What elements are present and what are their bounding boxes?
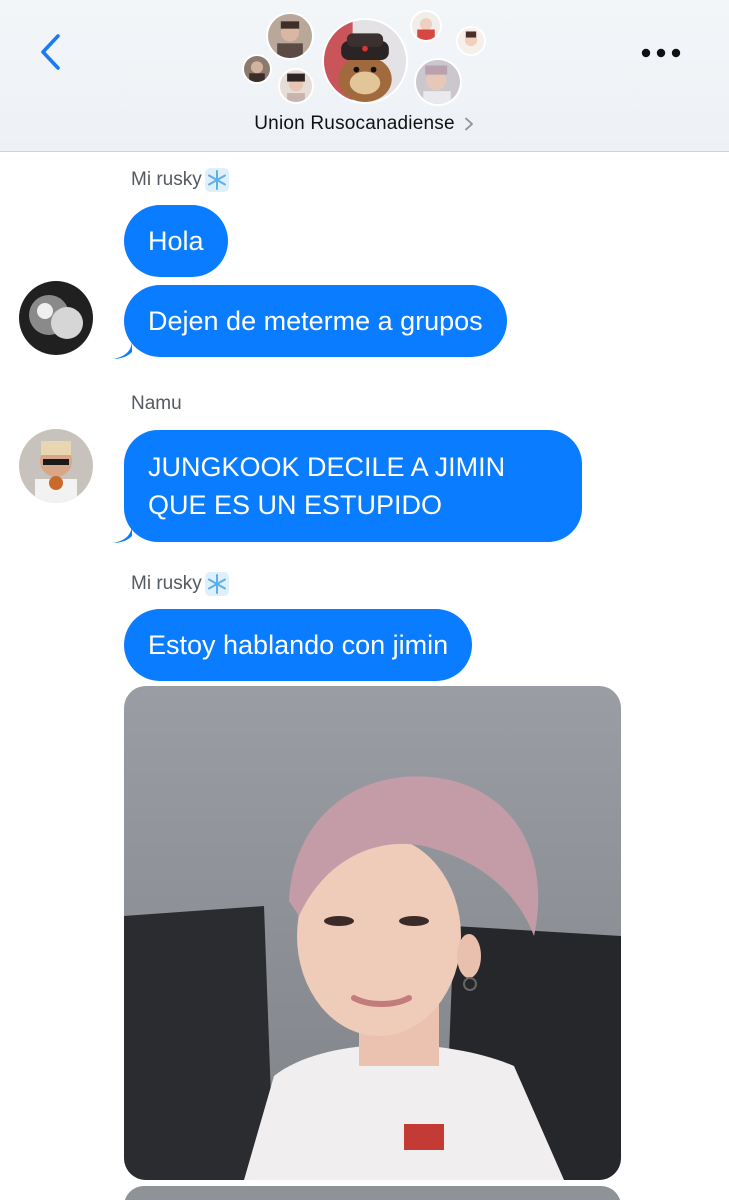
bubble-tail — [112, 340, 132, 359]
member-avatar — [410, 10, 442, 42]
sender-avatar[interactable] — [19, 429, 93, 503]
chevron-right-icon — [464, 117, 473, 131]
photo-attachment[interactable] — [124, 1186, 621, 1200]
back-button[interactable] — [28, 30, 72, 74]
message-bubble[interactable]: Dejen de meterme a grupos — [124, 285, 507, 357]
sender-name: Namu — [131, 393, 182, 415]
member-avatar — [242, 54, 272, 84]
message-text: Dejen de meterme a grupos — [148, 306, 483, 336]
snowflake-icon — [204, 168, 229, 192]
member-avatar — [278, 68, 314, 104]
sender-avatar[interactable] — [19, 281, 93, 355]
group-title[interactable]: Union Rusocanadiense — [0, 108, 729, 140]
member-avatar — [456, 26, 486, 56]
message-bubble[interactable]: Estoy hablando con jimin — [124, 609, 473, 681]
message-text-line: JUNGKOOK DECILE A JIMIN — [148, 452, 506, 482]
message-text: Estoy hablando con jimin — [148, 630, 449, 660]
message-text: Hola — [148, 226, 204, 256]
chat-header: Union Rusocanadiense — [0, 0, 729, 152]
sender-name-text: Mi rusky — [131, 573, 202, 594]
member-avatar — [322, 18, 408, 104]
photo-attachment[interactable] — [124, 686, 621, 1180]
group-name: Union Rusocanadiense — [254, 113, 455, 134]
message-bubble[interactable]: JUNGKOOK DECILE A JIMIN QUE ES UN ESTUPI… — [124, 430, 582, 542]
message-bubble[interactable]: Hola — [124, 205, 228, 277]
chat-screen: Union Rusocanadiense Mi rusky Hola Dejen… — [0, 0, 729, 1200]
member-avatar — [266, 12, 314, 60]
sender-name-text: Mi rusky — [131, 169, 202, 190]
sender-name-text: Namu — [131, 393, 182, 414]
bubble-tail — [112, 524, 132, 543]
group-avatar-cluster[interactable] — [240, 8, 490, 108]
snowflake-icon — [204, 572, 229, 596]
sender-name: Mi rusky — [131, 571, 230, 597]
member-avatar — [414, 58, 462, 106]
sender-name: Mi rusky — [131, 167, 230, 193]
more-options-button[interactable] — [637, 38, 685, 68]
message-text-line: QUE ES UN ESTUPIDO — [148, 490, 443, 520]
more-horizontal-icon — [641, 48, 681, 58]
chevron-left-icon — [41, 34, 60, 70]
